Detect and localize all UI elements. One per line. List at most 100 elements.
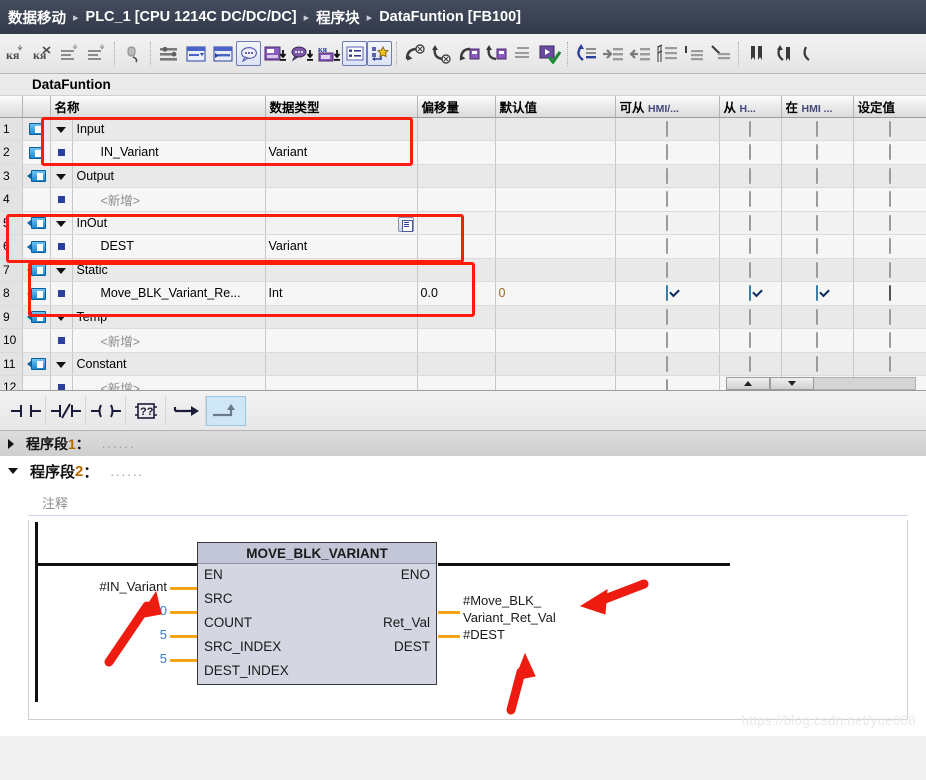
- cell-name[interactable]: Move_BLK_Variant_Re...: [72, 281, 266, 306]
- checkbox-hmi-accessible[interactable]: [666, 238, 669, 255]
- cell-hmi-writable[interactable]: [719, 164, 782, 188]
- breadcrumb-item-3[interactable]: DataFuntion [FB100]: [379, 9, 521, 25]
- checkbox-hmi-writable[interactable]: [749, 214, 752, 231]
- cell-offset[interactable]: [417, 352, 496, 376]
- checkbox-setpoint[interactable]: [888, 261, 891, 278]
- comment-bubble-icon[interactable]: [236, 41, 261, 66]
- checkbox-hmi-writable[interactable]: [749, 308, 752, 325]
- cell-hmi-accessible[interactable]: [615, 187, 720, 212]
- normally-closed-contact-icon[interactable]: [46, 395, 86, 426]
- table-row[interactable]: 6 DEST Variant: [0, 234, 926, 259]
- output-coil-icon[interactable]: [86, 395, 126, 426]
- checkbox-setpoint[interactable]: [888, 332, 891, 349]
- cell-hmi-visible[interactable]: [781, 187, 854, 212]
- undo-stamp-icon[interactable]: [119, 39, 146, 69]
- cell-datatype[interactable]: Variant: [265, 234, 418, 259]
- checkbox-hmi-accessible[interactable]: [666, 379, 669, 390]
- go-to-previous-error-icon[interactable]: [428, 39, 455, 69]
- symbolic-operands-icon[interactable]: [288, 39, 315, 69]
- cell-default[interactable]: [495, 117, 616, 141]
- checkbox-hmi-writable[interactable]: [749, 355, 752, 372]
- cell-name[interactable]: <新增>: [72, 375, 266, 390]
- row-expand-cell[interactable]: [50, 187, 73, 212]
- cell-name[interactable]: Temp: [72, 305, 266, 329]
- checkbox-hmi-writable[interactable]: [749, 261, 752, 278]
- cell-hmi-accessible[interactable]: [615, 281, 720, 306]
- checkbox-hmi-visible[interactable]: [816, 214, 819, 231]
- operand-layout-icon[interactable]: кя: [315, 39, 342, 69]
- remove-line-icon[interactable]: [707, 39, 734, 69]
- checkbox-hmi-visible[interactable]: [816, 332, 819, 349]
- network-comments-off-icon[interactable]: [209, 39, 236, 69]
- cell-datatype[interactable]: Variant: [265, 140, 418, 165]
- checkbox-setpoint[interactable]: [888, 144, 891, 161]
- checkbox-hmi-accessible[interactable]: [666, 144, 669, 161]
- cell-hmi-accessible[interactable]: [615, 328, 720, 353]
- chevron-down-icon[interactable]: [56, 173, 66, 180]
- cell-offset[interactable]: [417, 305, 496, 329]
- checkbox-hmi-accessible[interactable]: [666, 308, 669, 325]
- cell-hmi-visible[interactable]: [781, 140, 854, 165]
- cell-hmi-writable[interactable]: [719, 234, 782, 259]
- checkbox-hmi-accessible[interactable]: [666, 214, 669, 231]
- cell-hmi-writable[interactable]: [719, 211, 782, 235]
- col-hmi-writable[interactable]: 从 H...: [719, 96, 782, 118]
- cell-default[interactable]: [495, 375, 616, 390]
- row-expand-cell[interactable]: [50, 211, 73, 235]
- empty-box-icon[interactable]: ??: [126, 395, 166, 426]
- checkbox-hmi-writable[interactable]: [749, 167, 752, 184]
- col-offset[interactable]: 偏移量: [417, 96, 496, 118]
- cell-datatype[interactable]: [265, 258, 418, 282]
- breadcrumb-item-0[interactable]: 数据移动: [8, 7, 66, 28]
- checkbox-hmi-visible[interactable]: [816, 285, 819, 302]
- cell-setpoint[interactable]: [853, 234, 926, 259]
- cell-datatype[interactable]: [265, 117, 418, 141]
- cell-hmi-writable[interactable]: [719, 117, 782, 141]
- cell-default[interactable]: 0: [495, 281, 616, 306]
- table-row[interactable]: 8 Move_BLK_Variant_Re... Int 0.0 0: [0, 281, 926, 306]
- cell-hmi-writable[interactable]: [719, 140, 782, 165]
- previous-bookmark-icon[interactable]: [770, 39, 797, 69]
- chevron-right-icon[interactable]: [8, 438, 14, 449]
- chevron-down-icon[interactable]: [56, 314, 66, 321]
- cell-hmi-visible[interactable]: [781, 305, 854, 329]
- open-branch-icon[interactable]: [166, 395, 206, 426]
- cell-hmi-accessible[interactable]: [615, 164, 720, 188]
- insert-network-icon[interactable]: кя: [2, 39, 29, 69]
- cell-default[interactable]: [495, 164, 616, 188]
- go-to-next-error-icon[interactable]: [401, 39, 428, 69]
- cell-offset[interactable]: 0.0: [417, 281, 496, 306]
- cell-default[interactable]: [495, 352, 616, 376]
- cell-name[interactable]: DEST: [72, 234, 266, 259]
- checkbox-hmi-accessible[interactable]: [666, 261, 669, 278]
- cell-hmi-accessible[interactable]: [615, 117, 720, 141]
- favorites-list-icon[interactable]: [342, 41, 367, 66]
- operand-count[interactable]: 10: [89, 603, 167, 618]
- cell-offset[interactable]: [417, 234, 496, 259]
- checkbox-hmi-visible[interactable]: [816, 308, 819, 325]
- checkbox-hmi-writable[interactable]: [749, 238, 752, 255]
- cell-datatype[interactable]: [265, 187, 418, 212]
- checkbox-hmi-writable[interactable]: [749, 285, 752, 302]
- cell-setpoint[interactable]: [853, 328, 926, 353]
- checkbox-hmi-visible[interactable]: [816, 355, 819, 372]
- cell-hmi-accessible[interactable]: [615, 140, 720, 165]
- cell-setpoint[interactable]: [853, 352, 926, 376]
- cell-hmi-accessible[interactable]: [615, 305, 720, 329]
- cell-hmi-accessible[interactable]: [615, 211, 720, 235]
- cell-hmi-visible[interactable]: [781, 258, 854, 282]
- bookmark-icon[interactable]: [743, 39, 770, 69]
- cell-hmi-visible[interactable]: [781, 234, 854, 259]
- table-row[interactable]: 11 Constant: [0, 352, 926, 376]
- row-expand-cell[interactable]: [50, 281, 73, 306]
- cell-name[interactable]: Constant: [72, 352, 266, 376]
- cell-name[interactable]: Output: [72, 164, 266, 188]
- align-network-icon[interactable]: [653, 39, 680, 69]
- operand-retval[interactable]: #Move_BLK_ Variant_Ret_Val: [463, 592, 556, 626]
- cell-default[interactable]: [495, 328, 616, 353]
- table-row[interactable]: 9 Temp: [0, 305, 926, 329]
- cell-setpoint[interactable]: [853, 258, 926, 282]
- checkbox-hmi-visible[interactable]: [816, 167, 819, 184]
- update-inconsistent-calls-icon[interactable]: [509, 39, 536, 69]
- show-all-icon[interactable]: [155, 39, 182, 69]
